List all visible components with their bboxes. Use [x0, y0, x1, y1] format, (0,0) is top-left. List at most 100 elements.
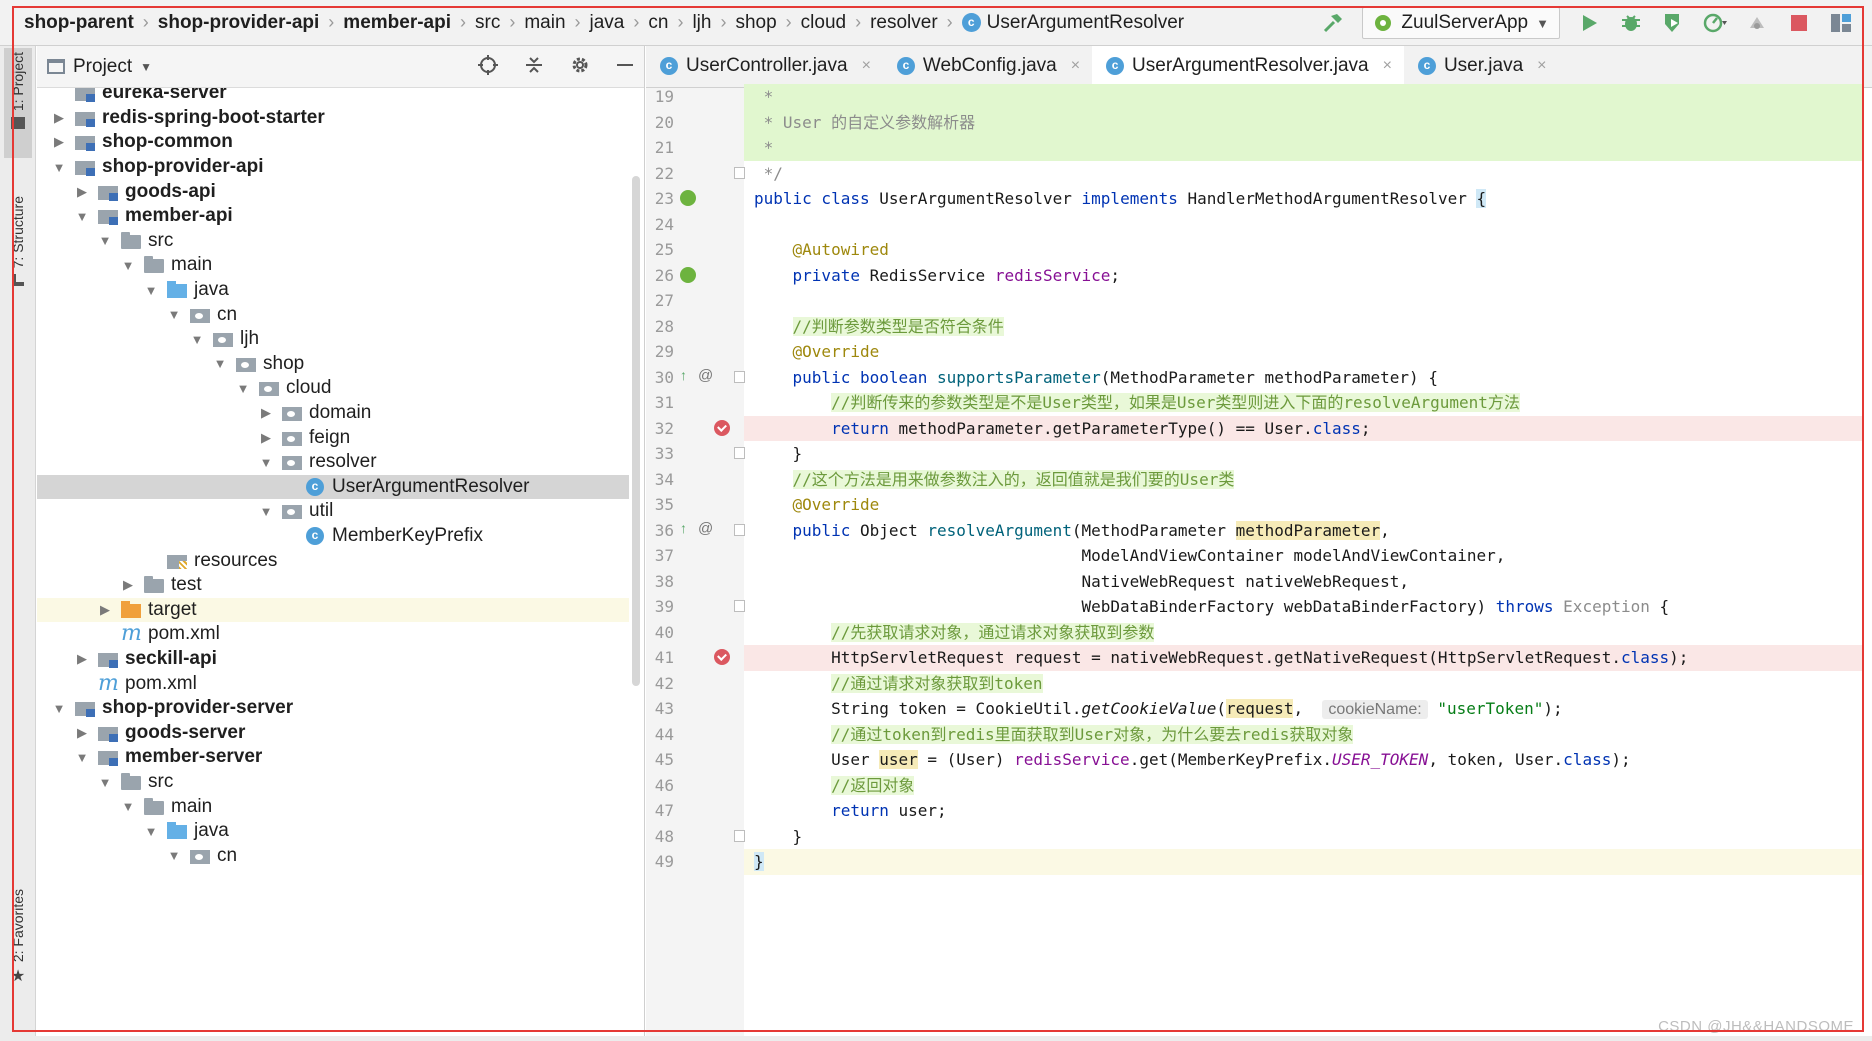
code-line[interactable]: 45 User user = (User) redisService.get(M…: [646, 747, 1872, 773]
structure-tool-tab[interactable]: 7: Structure: [4, 196, 32, 306]
breadcrumb-item[interactable]: member-api ›: [343, 0, 475, 46]
coverage-icon[interactable]: [1660, 10, 1686, 36]
breadcrumb-item[interactable]: resolver ›: [870, 0, 962, 46]
tree-item[interactable]: ▼ resolver: [37, 450, 629, 475]
tree-item[interactable]: ▼ member-api: [37, 204, 629, 229]
gear-icon[interactable]: [570, 55, 590, 80]
tree-item[interactable]: ▼ shop: [37, 352, 629, 377]
expanded-arrow-icon[interactable]: ▼: [143, 278, 159, 303]
tree-item[interactable]: ▼ ljh: [37, 327, 629, 352]
expanded-arrow-icon[interactable]: ▼: [212, 352, 228, 377]
tree-item[interactable]: ▶ shop-common: [37, 130, 629, 155]
tree-item[interactable]: ▼ main: [37, 253, 629, 278]
code-line[interactable]: 37 ModelAndViewContainer modelAndViewCon…: [646, 543, 1872, 569]
expanded-arrow-icon[interactable]: ▼: [120, 794, 136, 819]
close-icon[interactable]: ×: [1383, 57, 1392, 75]
tree-item[interactable]: ▶ target: [37, 597, 629, 623]
fold-marker-icon[interactable]: [734, 447, 745, 459]
build-hammer-icon[interactable]: [1320, 10, 1346, 36]
editor-tab[interactable]: c User.java ×: [1404, 46, 1559, 87]
code-line[interactable]: 27: [646, 288, 1872, 314]
code-line[interactable]: 42 //通过请求对象获取到token: [646, 671, 1872, 697]
breadcrumb-item[interactable]: shop-provider-api ›: [158, 0, 344, 46]
tree-item[interactable]: ▶ goods-api: [37, 179, 629, 204]
tree-item[interactable]: ▼ cn: [37, 302, 629, 327]
tree-item[interactable]: ▶ test: [37, 573, 629, 598]
project-structure-icon[interactable]: [1828, 10, 1854, 36]
close-icon[interactable]: ×: [1537, 57, 1546, 75]
run-icon[interactable]: [1576, 10, 1602, 36]
tree-item[interactable]: ▶ domain: [37, 401, 629, 426]
code-line[interactable]: 41 HttpServletRequest request = nativeWe…: [646, 645, 1872, 671]
expanded-arrow-icon[interactable]: ▼: [97, 229, 113, 254]
code-line[interactable]: 20 * User 的自定义参数解析器: [646, 110, 1872, 136]
code-line[interactable]: 29 @Override: [646, 339, 1872, 365]
project-tool-tab[interactable]: 1: Project: [4, 48, 32, 158]
tree-item[interactable]: ▼ cloud: [37, 376, 629, 401]
locate-file-icon[interactable]: [478, 54, 498, 80]
tree-item[interactable]: ▼ java: [37, 278, 629, 303]
breadcrumb-item[interactable]: cloud ›: [801, 0, 870, 46]
stop-icon[interactable]: [1786, 10, 1812, 36]
code-line[interactable]: 30 ↑ @ public boolean supportsParameter(Me…: [646, 365, 1872, 391]
tree-item[interactable]: ▶ seckill-api: [37, 647, 629, 672]
code-line[interactable]: 36 ↑ @ public Object resolveArgument(Metho…: [646, 518, 1872, 544]
code-line[interactable]: 49}: [646, 849, 1872, 875]
breadcrumb-item[interactable]: cn ›: [648, 0, 692, 46]
code-area[interactable]: 19 * 20 * User 的自定义参数解析器 21 * 22 */23 public…: [646, 84, 1872, 1036]
code-line[interactable]: 26 private RedisService redisService;: [646, 263, 1872, 289]
expanded-arrow-icon[interactable]: ▼: [189, 327, 205, 352]
collapsed-arrow-icon[interactable]: ▶: [258, 425, 274, 450]
code-line[interactable]: 32 return methodParameter.getParameterTy…: [646, 416, 1872, 442]
code-line[interactable]: 35 @Override: [646, 492, 1872, 518]
project-view-select[interactable]: Project ▼: [47, 56, 152, 78]
close-icon[interactable]: ×: [862, 57, 871, 75]
collapsed-arrow-icon[interactable]: ▶: [120, 573, 136, 598]
expanded-arrow-icon[interactable]: ▼: [97, 770, 113, 795]
debug-icon[interactable]: [1618, 10, 1644, 36]
attach-debugger-icon[interactable]: [1744, 10, 1770, 36]
code-line[interactable]: 43 String token = CookieUtil.getCookieVa…: [646, 696, 1872, 722]
close-icon[interactable]: ×: [1071, 57, 1080, 75]
annotation-icon[interactable]: @: [698, 520, 713, 537]
code-line[interactable]: 44 //通过token到redis里面获取到User对象，为什么要去redis…: [646, 722, 1872, 748]
code-line[interactable]: 46 //返回对象: [646, 773, 1872, 799]
tree-item[interactable]: ▼ cn: [37, 844, 629, 869]
tree-item[interactable]: ▼ util: [37, 499, 629, 524]
code-line[interactable]: 33 }: [646, 441, 1872, 467]
collapse-all-icon[interactable]: [524, 55, 544, 80]
tree-item[interactable]: ▼ shop-provider-api: [37, 155, 629, 180]
breadcrumb-item[interactable]: ljh ›: [692, 0, 735, 46]
tree-item[interactable]: ▼ java: [37, 819, 629, 844]
expanded-arrow-icon[interactable]: ▼: [51, 155, 67, 180]
collapsed-arrow-icon[interactable]: ▶: [51, 130, 67, 155]
collapsed-arrow-icon[interactable]: ▶: [258, 401, 274, 426]
tree-item[interactable]: ▶ feign: [37, 425, 629, 450]
spring-bean-icon[interactable]: [680, 266, 696, 283]
expanded-arrow-icon[interactable]: ▼: [258, 499, 274, 524]
tree-item[interactable]: resources: [37, 548, 629, 573]
breakpoint-icon[interactable]: [714, 649, 730, 665]
tree-item[interactable]: eureka-server: [37, 88, 629, 106]
favorites-tool-tab[interactable]: 2: Favorites ★: [4, 889, 32, 989]
breadcrumb-item[interactable]: c UserArgumentResolver: [961, 0, 1184, 46]
code-line[interactable]: 31 //判断传来的参数类型是不是User类型，如果是User类型则进入下面的r…: [646, 390, 1872, 416]
expanded-arrow-icon[interactable]: ▼: [166, 302, 182, 327]
tree-item[interactable]: pom.xml: [37, 621, 629, 647]
code-line[interactable]: 23 public class UserArgumentResolver impl…: [646, 186, 1872, 212]
code-line[interactable]: 25 @Autowired: [646, 237, 1872, 263]
annotation-icon[interactable]: @: [698, 367, 713, 384]
expanded-arrow-icon[interactable]: ▼: [74, 204, 90, 229]
fold-marker-icon[interactable]: [734, 600, 745, 612]
override-method-icon[interactable]: ↑: [680, 367, 687, 383]
collapsed-arrow-icon[interactable]: ▶: [97, 598, 113, 623]
breakpoint-icon[interactable]: [714, 419, 730, 436]
tree-scrollbar[interactable]: [632, 176, 640, 686]
fold-marker-icon[interactable]: [734, 166, 745, 179]
tree-item[interactable]: pom.xml: [37, 671, 629, 696]
editor-tab[interactable]: c UserController.java ×: [646, 46, 883, 87]
breadcrumb-item[interactable]: main ›: [524, 0, 589, 46]
run-configuration-select[interactable]: ZuulServerApp ▼: [1362, 7, 1560, 39]
code-line[interactable]: 21 *: [646, 135, 1872, 161]
expanded-arrow-icon[interactable]: ▼: [74, 745, 90, 770]
